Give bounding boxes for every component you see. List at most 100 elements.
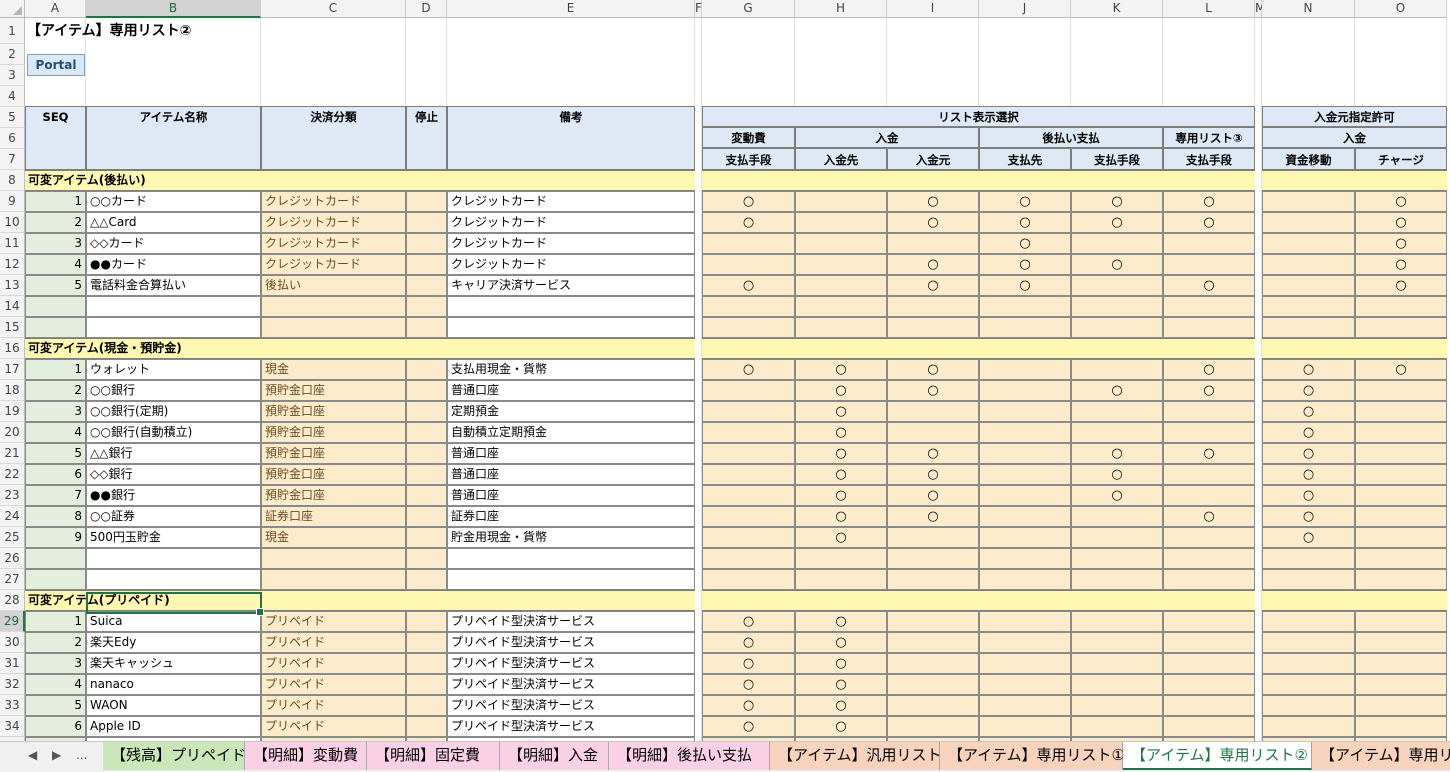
mark-cell[interactable]: ○ — [1355, 191, 1447, 212]
stop-cell[interactable] — [406, 485, 447, 506]
mark-cell[interactable]: ○ — [702, 275, 795, 296]
mark-cell[interactable]: ○ — [1262, 359, 1355, 380]
mark-cell[interactable]: ○ — [1071, 485, 1163, 506]
mark-cell[interactable] — [795, 569, 887, 590]
mark-cell[interactable] — [1355, 716, 1447, 737]
note-cell[interactable] — [447, 548, 695, 569]
note-cell[interactable]: 貯金用現金・貨幣 — [447, 527, 695, 548]
row-header-16[interactable]: 16 — [0, 338, 25, 359]
item-name-cell[interactable]: 500円玉貯金 — [86, 527, 261, 548]
mark-cell[interactable] — [979, 422, 1071, 443]
sheet-tab-4[interactable]: 【明細】入金 — [500, 742, 609, 770]
item-name-cell[interactable]: ○○銀行(定期) — [86, 401, 261, 422]
column-header-l[interactable]: L — [1163, 0, 1255, 18]
mark-cell[interactable]: ○ — [1262, 443, 1355, 464]
stop-cell[interactable] — [406, 254, 447, 275]
mark-cell[interactable]: ○ — [702, 632, 795, 653]
mark-cell[interactable]: ○ — [979, 191, 1071, 212]
mark-cell[interactable] — [1262, 569, 1355, 590]
mark-cell[interactable] — [1355, 296, 1447, 317]
seq-cell[interactable]: 8 — [25, 506, 86, 527]
note-cell[interactable]: 普通口座 — [447, 485, 695, 506]
mark-cell[interactable]: ○ — [1163, 275, 1255, 296]
mark-cell[interactable]: ○ — [702, 611, 795, 632]
note-cell[interactable]: 自動積立定期預金 — [447, 422, 695, 443]
payment-type-cell[interactable]: クレジットカード — [261, 233, 406, 254]
column-header-a[interactable]: A — [25, 0, 86, 18]
mark-cell[interactable] — [1262, 695, 1355, 716]
seq-cell[interactable]: 7 — [25, 485, 86, 506]
mark-cell[interactable]: ○ — [887, 443, 979, 464]
mark-cell[interactable]: ○ — [1163, 380, 1255, 401]
stop-cell[interactable] — [406, 191, 447, 212]
mark-cell[interactable] — [979, 464, 1071, 485]
mark-cell[interactable] — [1262, 296, 1355, 317]
seq-cell[interactable]: 3 — [25, 233, 86, 254]
seq-cell[interactable]: 5 — [25, 695, 86, 716]
payment-type-cell[interactable]: プリペイド — [261, 653, 406, 674]
row-header-17[interactable]: 17 — [0, 359, 25, 380]
mark-cell[interactable] — [702, 506, 795, 527]
item-name-cell[interactable]: nanaco — [86, 674, 261, 695]
seq-cell[interactable] — [25, 548, 86, 569]
mark-cell[interactable]: ○ — [1262, 422, 1355, 443]
mark-cell[interactable]: ○ — [1163, 212, 1255, 233]
seq-cell[interactable]: 1 — [25, 611, 86, 632]
mark-cell[interactable] — [887, 233, 979, 254]
note-cell[interactable]: クレジットカード — [447, 191, 695, 212]
mark-cell[interactable]: ○ — [1163, 359, 1255, 380]
stop-cell[interactable] — [406, 380, 447, 401]
item-name-cell[interactable]: ◇◇カード — [86, 233, 261, 254]
mark-cell[interactable]: ○ — [887, 212, 979, 233]
tab-nav-prev-icon[interactable]: ◀ — [28, 748, 37, 762]
mark-cell[interactable] — [1163, 632, 1255, 653]
item-name-cell[interactable]: ●●銀行 — [86, 485, 261, 506]
mark-cell[interactable] — [1355, 569, 1447, 590]
row-header-32[interactable]: 32 — [0, 674, 25, 695]
mark-cell[interactable] — [1071, 275, 1163, 296]
mark-cell[interactable] — [1163, 233, 1255, 254]
mark-cell[interactable] — [1071, 296, 1163, 317]
column-header-b[interactable]: B — [86, 0, 261, 18]
note-cell[interactable]: 支払用現金・貨幣 — [447, 359, 695, 380]
mark-cell[interactable] — [1355, 548, 1447, 569]
stop-cell[interactable] — [406, 464, 447, 485]
mark-cell[interactable] — [979, 359, 1071, 380]
mark-cell[interactable] — [1163, 296, 1255, 317]
mark-cell[interactable] — [702, 548, 795, 569]
sheet-title[interactable]: 【アイテム】専用リスト② — [27, 20, 287, 42]
mark-cell[interactable] — [887, 569, 979, 590]
mark-cell[interactable] — [795, 254, 887, 275]
mark-cell[interactable] — [1071, 716, 1163, 737]
mark-cell[interactable] — [979, 716, 1071, 737]
mark-cell[interactable] — [887, 611, 979, 632]
item-name-cell[interactable]: ○○銀行 — [86, 380, 261, 401]
mark-cell[interactable] — [1163, 254, 1255, 275]
mark-cell[interactable] — [702, 233, 795, 254]
payment-type-cell[interactable] — [261, 548, 406, 569]
item-name-cell[interactable]: △△銀行 — [86, 443, 261, 464]
mark-cell[interactable] — [979, 695, 1071, 716]
stop-cell[interactable] — [406, 674, 447, 695]
row-header-3[interactable]: 3 — [0, 65, 25, 86]
mark-cell[interactable] — [795, 296, 887, 317]
payment-type-cell[interactable]: 現金 — [261, 527, 406, 548]
mark-cell[interactable] — [1355, 527, 1447, 548]
payment-type-cell[interactable]: プリペイド — [261, 632, 406, 653]
row-header-27[interactable]: 27 — [0, 569, 25, 590]
row-header-15[interactable]: 15 — [0, 317, 25, 338]
mark-cell[interactable]: ○ — [795, 380, 887, 401]
stop-cell[interactable] — [406, 422, 447, 443]
mark-cell[interactable]: ○ — [702, 695, 795, 716]
mark-cell[interactable] — [1355, 317, 1447, 338]
mark-cell[interactable] — [1262, 674, 1355, 695]
stop-cell[interactable] — [406, 359, 447, 380]
tab-nav-next-icon[interactable]: ▶ — [52, 748, 61, 762]
mark-cell[interactable] — [702, 380, 795, 401]
mark-cell[interactable] — [1071, 527, 1163, 548]
mark-cell[interactable] — [795, 212, 887, 233]
payment-type-cell[interactable]: 証券口座 — [261, 506, 406, 527]
sheet-tab-2[interactable]: 【明細】変動費 — [245, 742, 367, 770]
spreadsheet-grid[interactable]: ABCDEFGHIJKLMNO 1 2 3 4 5 6 7 8 9 10 11 12 13 14 15 16 1… — [0, 0, 1450, 741]
mark-cell[interactable]: ○ — [887, 380, 979, 401]
